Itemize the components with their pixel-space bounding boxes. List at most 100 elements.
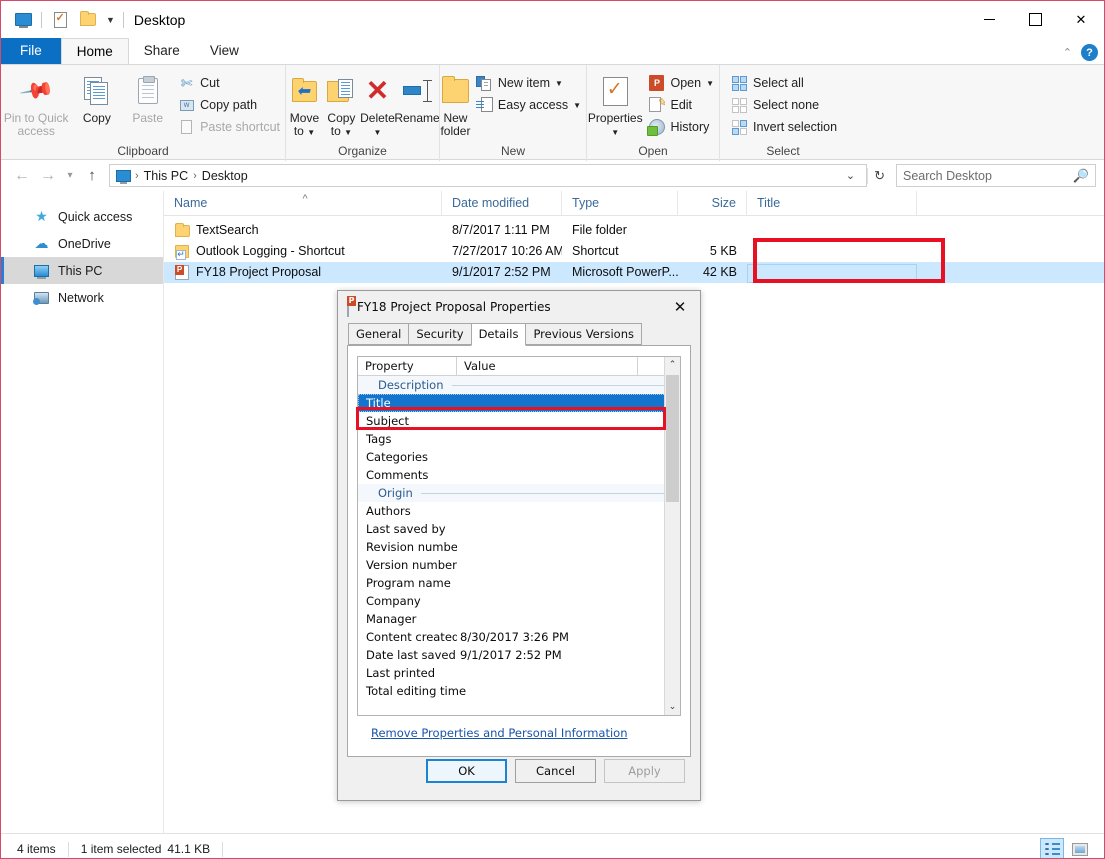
property-row-date-last-saved[interactable]: Date last saved 9/1/2017 2:52 PM xyxy=(358,646,680,664)
column-header-type[interactable]: Type xyxy=(562,191,678,216)
property-row-last-printed[interactable]: Last printed xyxy=(358,664,680,682)
column-header-date-modified[interactable]: Date modified xyxy=(442,191,562,216)
address-input[interactable]: › This PC › Desktop ⌄ xyxy=(109,164,867,187)
button-label: Properties xyxy=(588,111,643,125)
paste-shortcut-button[interactable]: Paste shortcut xyxy=(173,116,285,138)
tab-home[interactable]: Home xyxy=(61,38,129,64)
address-dropdown-icon[interactable]: ⌄ xyxy=(839,169,862,182)
select-small-buttons: Select all Select none Invert selection xyxy=(720,70,842,138)
tab-security[interactable]: Security xyxy=(408,323,471,345)
tab-view[interactable]: View xyxy=(195,38,254,64)
delete-button[interactable]: ✕ Delete▼ xyxy=(360,70,395,139)
table-row[interactable]: FY18 Project Proposal 9/1/2017 2:52 PM M… xyxy=(164,262,1104,283)
copy-path-button[interactable]: W Copy path xyxy=(173,94,285,116)
property-row-subject[interactable]: Subject xyxy=(358,412,680,430)
property-row-title[interactable]: Title xyxy=(358,394,680,412)
open-button[interactable]: P Open ▼ xyxy=(643,72,719,94)
tab-share[interactable]: Share xyxy=(129,38,195,64)
property-row-last-saved-by[interactable]: Last saved by xyxy=(358,520,680,538)
sidebar-item-network[interactable]: Network xyxy=(1,284,163,311)
table-row[interactable]: TextSearch 8/7/2017 1:11 PM File folder xyxy=(164,220,1104,241)
property-row-manager[interactable]: Manager xyxy=(358,610,680,628)
sidebar-item-this-pc[interactable]: This PC xyxy=(1,257,163,284)
cut-button[interactable]: ✄ Cut xyxy=(173,72,285,94)
help-icon[interactable]: ? xyxy=(1081,44,1098,61)
group-label-open: Open xyxy=(587,144,719,161)
pin-to-quick-access-button[interactable]: 📌 Pin to Quick access xyxy=(1,70,71,138)
new-folder-icon[interactable] xyxy=(77,9,99,31)
breadcrumb-this-pc[interactable]: This PC xyxy=(140,169,192,183)
property-row-company[interactable]: Company xyxy=(358,592,680,610)
invert-selection-button[interactable]: Invert selection xyxy=(726,116,842,138)
refresh-button[interactable]: ↻ xyxy=(867,168,891,184)
copy-to-button[interactable]: Copy to ▼ xyxy=(323,70,360,139)
property-row-content-created[interactable]: Content created 8/30/2017 3:26 PM xyxy=(358,628,680,646)
cancel-button[interactable]: Cancel xyxy=(515,759,596,783)
column-header-size[interactable]: Size xyxy=(678,191,747,216)
file-title-cell xyxy=(747,220,917,241)
property-row-version-number[interactable]: Version number xyxy=(358,556,680,574)
apply-button[interactable]: Apply xyxy=(604,759,685,783)
property-list-scrollbar[interactable]: ⌃ ⌄ xyxy=(664,357,680,715)
select-all-button[interactable]: Select all xyxy=(726,72,842,94)
button-label: Copy xyxy=(83,112,111,125)
column-header-name[interactable]: Name xyxy=(164,191,442,216)
ok-button[interactable]: OK xyxy=(426,759,507,783)
property-row-program-name[interactable]: Program name xyxy=(358,574,680,592)
ribbon-group-open: Properties▼ P Open ▼ ✎ Edit History xyxy=(586,65,719,161)
search-input[interactable]: Search Desktop 🔍 xyxy=(896,164,1096,187)
edit-button[interactable]: ✎ Edit xyxy=(643,94,719,116)
sidebar-item-quick-access[interactable]: ★ Quick access xyxy=(1,203,163,230)
property-row-total-editing-time[interactable]: Total editing time xyxy=(358,682,680,700)
tab-general[interactable]: General xyxy=(348,323,409,345)
tab-previous-versions[interactable]: Previous Versions xyxy=(525,323,642,345)
dialog-close-button[interactable]: ✕ xyxy=(660,291,700,322)
scroll-up-icon[interactable]: ⌃ xyxy=(665,357,680,373)
breadcrumb-desktop[interactable]: Desktop xyxy=(198,169,252,183)
file-date-cell: 9/1/2017 2:52 PM xyxy=(442,262,562,283)
forward-button[interactable]: → xyxy=(35,164,61,188)
large-icons-view-button[interactable] xyxy=(1068,838,1092,859)
sidebar-item-onedrive[interactable]: ☁ OneDrive xyxy=(1,230,163,257)
ribbon-group-select: Select all Select none Invert selection … xyxy=(719,65,846,161)
details-view-button[interactable] xyxy=(1040,838,1064,859)
property-list[interactable]: Property Value Description Title xyxy=(357,356,681,716)
properties-icon[interactable] xyxy=(49,9,71,31)
scroll-down-icon[interactable]: ⌄ xyxy=(665,699,680,715)
property-row-revision-number[interactable]: Revision number xyxy=(358,538,680,556)
property-row-categories[interactable]: Categories xyxy=(358,448,680,466)
close-button[interactable]: ✕ xyxy=(1058,1,1104,38)
monitor-icon[interactable] xyxy=(12,9,34,31)
new-folder-button[interactable]: New folder xyxy=(440,70,471,138)
rename-button[interactable]: Rename xyxy=(395,70,439,125)
back-button[interactable]: ← xyxy=(9,164,35,188)
table-row[interactable]: Outlook Logging - Shortcut 7/27/2017 10:… xyxy=(164,241,1104,262)
button-label: Rename xyxy=(394,112,439,125)
up-button[interactable]: ↑ xyxy=(79,164,105,188)
recent-locations-icon[interactable]: ▾ xyxy=(61,164,79,188)
move-to-button[interactable]: ⬅ Move to ▼ xyxy=(286,70,323,139)
properties-button[interactable]: Properties▼ xyxy=(587,70,643,139)
chevron-up-icon[interactable]: ⌃ xyxy=(1063,46,1072,59)
column-header-title[interactable]: Title xyxy=(747,191,917,216)
file-name-cell: TextSearch xyxy=(164,220,442,241)
chevron-down-icon[interactable]: ▼ xyxy=(106,15,115,25)
paste-button[interactable]: Paste xyxy=(122,70,173,125)
property-row-comments[interactable]: Comments xyxy=(358,466,680,484)
search-icon: 🔍 xyxy=(1073,168,1089,184)
tab-details[interactable]: Details xyxy=(471,323,527,346)
property-row-tags[interactable]: Tags xyxy=(358,430,680,448)
property-row-authors[interactable]: Authors xyxy=(358,502,680,520)
minimize-button[interactable] xyxy=(966,1,1012,38)
remove-properties-link[interactable]: Remove Properties and Personal Informati… xyxy=(371,726,628,740)
tab-file[interactable]: File xyxy=(1,38,61,64)
easy-access-button[interactable]: Easy access ▼ xyxy=(471,94,586,116)
new-item-button[interactable]: New item ▼ xyxy=(471,72,586,94)
edit-icon: ✎ xyxy=(648,97,665,114)
select-none-button[interactable]: Select none xyxy=(726,94,842,116)
title-bar: ▼ Desktop ✕ xyxy=(1,1,1104,38)
maximize-button[interactable] xyxy=(1012,1,1058,38)
history-button[interactable]: History xyxy=(643,116,719,138)
scrollbar-thumb[interactable] xyxy=(666,375,679,502)
copy-button[interactable]: Copy xyxy=(71,70,122,125)
